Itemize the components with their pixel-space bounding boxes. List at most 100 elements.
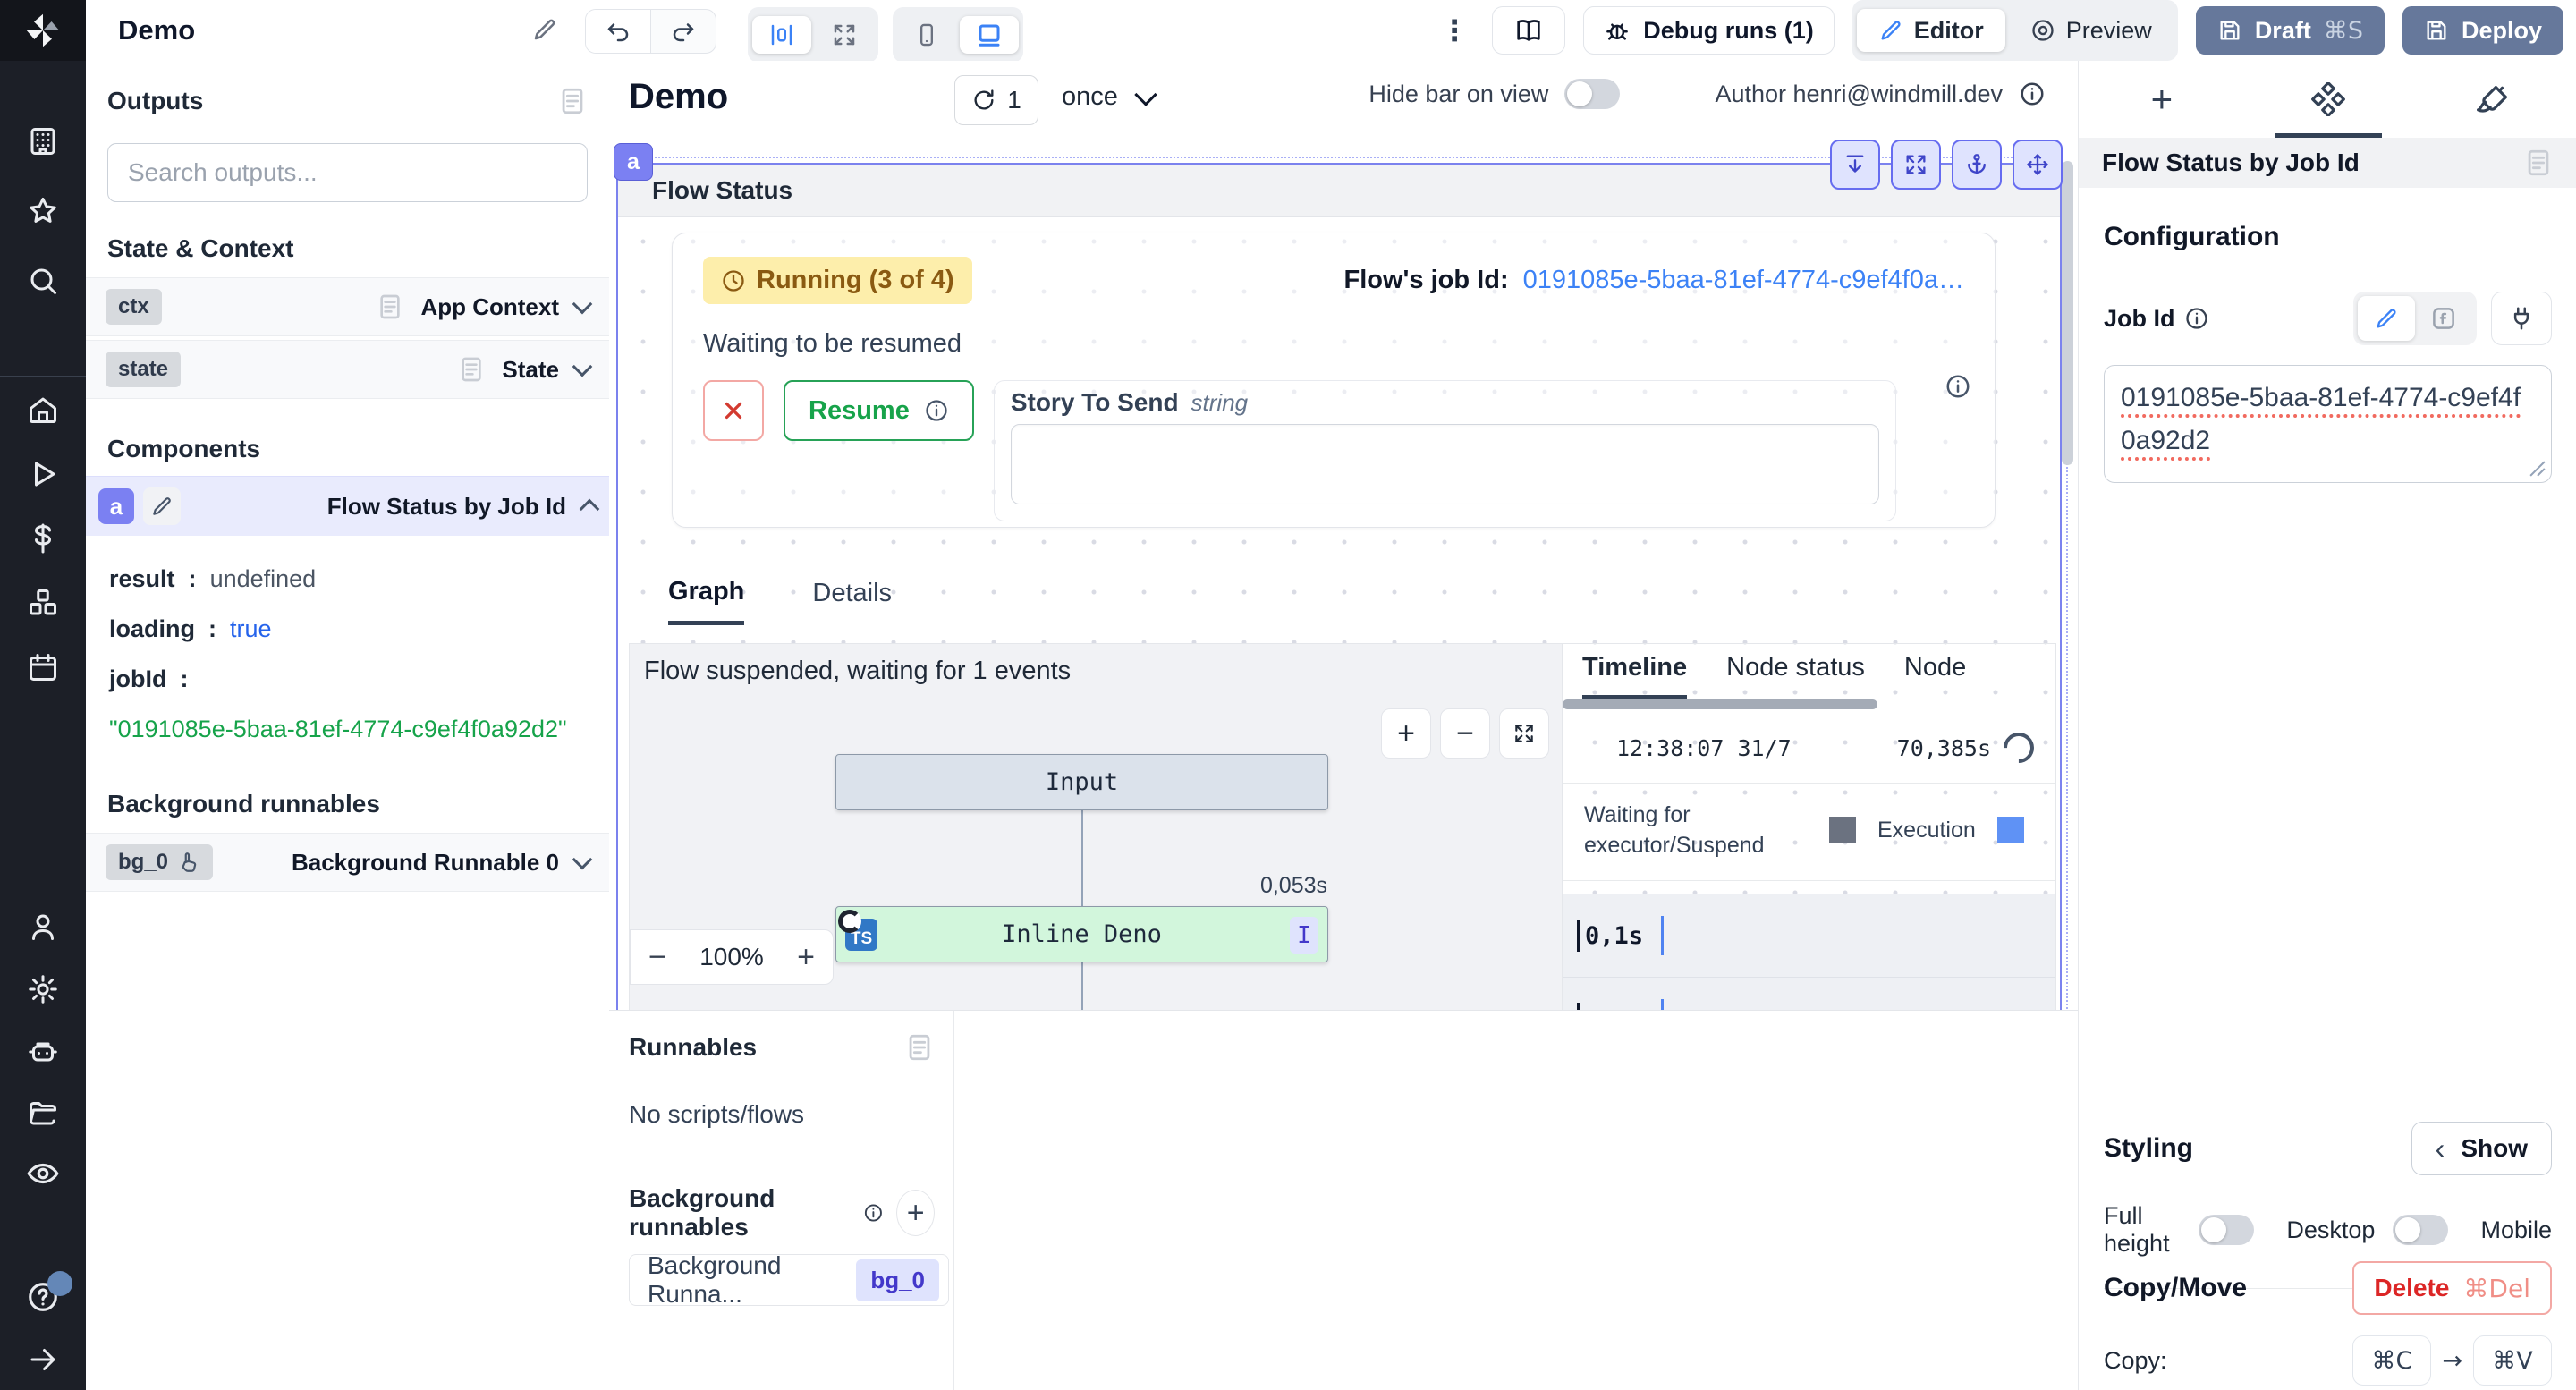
delete-button[interactable]: Delete ⌘Del xyxy=(2352,1261,2552,1315)
info-icon[interactable] xyxy=(863,1200,884,1225)
tab-editor[interactable]: Editor xyxy=(1857,9,2005,52)
doc-icon xyxy=(457,355,486,384)
resize-handle-icon[interactable] xyxy=(2529,461,2546,477)
info-icon[interactable] xyxy=(1945,373,1971,400)
panel-doc-icon[interactable] xyxy=(2523,148,2554,178)
move-to-bottom-icon[interactable] xyxy=(1830,140,1880,190)
resume-button[interactable]: Resume xyxy=(784,380,974,441)
zoom-out-icon[interactable]: − xyxy=(1440,708,1490,759)
undo-button[interactable] xyxy=(586,10,651,53)
centered-layout-button[interactable] xyxy=(752,16,811,54)
mobile-view-button[interactable] xyxy=(897,16,956,54)
ctx-row[interactable]: ctx App Context xyxy=(86,277,609,336)
panel-doc-icon[interactable] xyxy=(557,86,588,116)
info-icon xyxy=(924,398,949,423)
tab-graph[interactable]: Graph xyxy=(668,577,744,625)
search-outputs-input[interactable] xyxy=(126,157,569,188)
workspaces-icon[interactable] xyxy=(0,122,86,161)
full-width-button[interactable] xyxy=(815,16,874,54)
canvas-scrollbar[interactable] xyxy=(2062,161,2073,465)
no-scripts-text: No scripts/flows xyxy=(629,1100,935,1129)
home-icon[interactable] xyxy=(0,390,86,429)
zoom-in-icon[interactable]: + xyxy=(1381,708,1431,759)
node-inline-deno[interactable]: TS Inline Deno I xyxy=(835,906,1328,962)
tab-node-definition[interactable]: Node xyxy=(1904,653,1966,699)
favorites-icon[interactable] xyxy=(0,191,86,231)
selected-component-frame[interactable]: a Flow Status Running (3 of 4) Flo xyxy=(616,163,2062,1010)
component-row-a[interactable]: a Flow Status by Job Id xyxy=(86,476,609,536)
tab-insert-component[interactable]: + xyxy=(2079,61,2245,138)
users-icon[interactable] xyxy=(0,907,86,946)
runs-icon[interactable] xyxy=(0,454,86,494)
info-icon[interactable] xyxy=(2184,306,2209,331)
windmill-logo[interactable] xyxy=(0,0,86,61)
desktop-toggle[interactable] xyxy=(2393,1215,2448,1245)
schedule-select[interactable]: once xyxy=(1062,82,1154,112)
docs-button[interactable] xyxy=(1492,6,1565,55)
refresh-count-button[interactable]: 1 xyxy=(954,75,1038,125)
job-id-input[interactable]: 0191085e-5baa-81ef-4774-c9ef4f0a92d2 xyxy=(2104,365,2552,483)
static-input-mode-icon[interactable] xyxy=(2358,296,2415,341)
copy-move-section: Copy/Move Delete ⌘Del Copy: ⌘C→⌘V Move: … xyxy=(2104,1261,2552,1390)
debug-runs-button[interactable]: Debug runs (1) xyxy=(1583,6,1835,55)
tab-timeline[interactable]: Timeline xyxy=(1582,653,1687,699)
background-runnable-row[interactable]: bg_0 Background Runnable 0 xyxy=(86,833,609,892)
desktop-label: Desktop xyxy=(2286,1216,2375,1244)
more-menu-icon[interactable]: ⋮ xyxy=(1435,13,1474,47)
variables-icon[interactable] xyxy=(0,519,86,558)
flow-graph-area[interactable]: Flow suspended, waiting for 1 events + −… xyxy=(629,643,1563,1010)
chevron-down-icon xyxy=(572,294,593,315)
zoom-in-icon[interactable]: + xyxy=(797,940,815,975)
settings-tabs: + xyxy=(2079,61,2576,138)
tab-preview[interactable]: Preview xyxy=(2009,9,2174,52)
fit-view-icon[interactable] xyxy=(1499,708,1549,759)
edit-title-icon[interactable] xyxy=(531,16,558,43)
tab-component-settings[interactable] xyxy=(2245,61,2411,138)
eval-input-mode-icon[interactable] xyxy=(2415,296,2472,341)
panel-divider xyxy=(953,1011,954,1390)
resources-icon[interactable] xyxy=(0,583,86,623)
redo-button[interactable] xyxy=(651,10,716,53)
tab-details[interactable]: Details xyxy=(812,579,892,623)
running-status-badge: Running (3 of 4) xyxy=(703,257,972,304)
info-icon[interactable] xyxy=(2019,81,2046,107)
help-icon[interactable] xyxy=(0,1277,86,1317)
deploy-button[interactable]: Deploy xyxy=(2402,6,2563,55)
show-styling-button[interactable]: ‹ Show xyxy=(2411,1122,2552,1175)
move-icon[interactable] xyxy=(2012,140,2063,190)
full-height-label: Full height xyxy=(2104,1202,2181,1258)
workers-icon[interactable] xyxy=(0,1032,86,1072)
full-height-toggle[interactable] xyxy=(2199,1215,2254,1245)
connect-input-icon[interactable] xyxy=(2491,292,2552,345)
expand-icon[interactable] xyxy=(1891,140,1941,190)
schedules-icon[interactable] xyxy=(0,648,86,687)
flow-job-id-link[interactable]: 0191085e-5baa-81ef-4774-c9ef4f0a… xyxy=(1523,266,1964,295)
rail-divider xyxy=(0,376,86,377)
configuration-heading: Configuration xyxy=(2104,222,2552,252)
settings-icon[interactable] xyxy=(0,970,86,1009)
tab-node-status[interactable]: Node status xyxy=(1726,653,1865,699)
pencil-icon xyxy=(1878,18,1903,43)
anchor-icon[interactable] xyxy=(1952,140,2002,190)
background-runnable-item[interactable]: Background Runna... bg_0 xyxy=(629,1254,949,1306)
cancel-button[interactable] xyxy=(703,380,764,441)
collapse-rail-icon[interactable] xyxy=(0,1340,86,1379)
component-settings-panel: + Flow Status by Job Id Configuration Jo… xyxy=(2078,61,2576,1390)
panel-doc-icon[interactable] xyxy=(904,1032,935,1063)
draft-button[interactable]: Draft ⌘S xyxy=(2196,6,2385,55)
add-background-runnable-button[interactable]: + xyxy=(896,1190,935,1236)
story-textarea[interactable] xyxy=(1011,424,1879,504)
tab-global-styling[interactable] xyxy=(2411,61,2576,138)
audit-logs-icon[interactable] xyxy=(0,1154,86,1193)
story-type: string xyxy=(1191,389,1249,416)
desktop-view-button[interactable] xyxy=(960,16,1019,54)
rename-component-icon[interactable] xyxy=(143,487,181,525)
horizontal-scrollbar[interactable] xyxy=(1563,699,1877,709)
state-row[interactable]: state State xyxy=(86,340,609,399)
node-input[interactable]: Input xyxy=(835,754,1328,810)
search-icon[interactable] xyxy=(0,261,86,301)
hide-bar-toggle[interactable] xyxy=(1564,79,1620,109)
folders-icon[interactable] xyxy=(0,1093,86,1132)
graph-zoom-control: − 100% + xyxy=(630,929,834,985)
zoom-out-icon[interactable]: − xyxy=(648,940,666,975)
